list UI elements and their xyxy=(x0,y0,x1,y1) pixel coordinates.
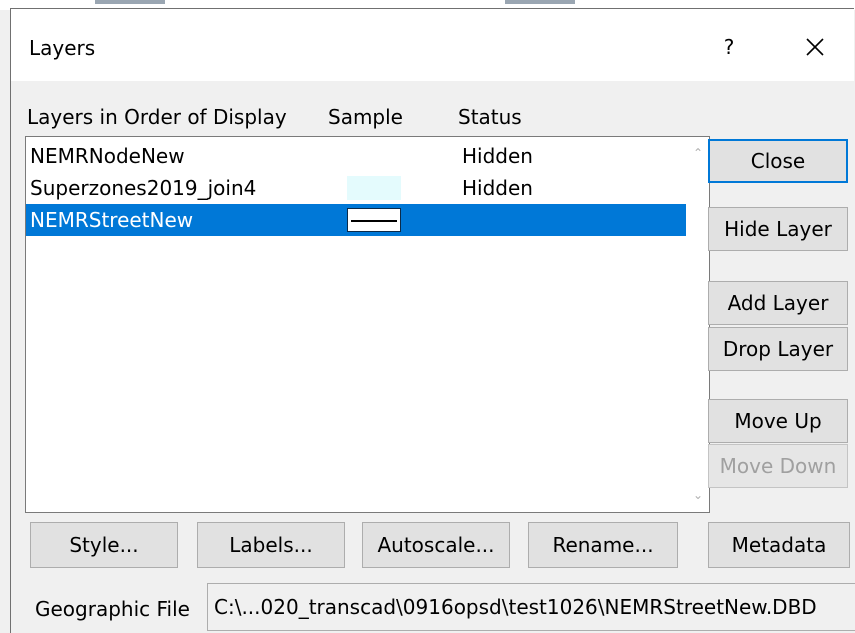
geographic-file-label: Geographic File xyxy=(35,597,190,621)
autoscale-button[interactable]: Autoscale... xyxy=(362,522,510,568)
drop-layer-button[interactable]: Drop Layer xyxy=(708,327,848,371)
scroll-up-arrow-icon[interactable]: ⌃ xyxy=(690,145,706,161)
add-layer-button[interactable]: Add Layer xyxy=(708,281,848,325)
layer-sample-line-swatch xyxy=(347,208,401,232)
background-fragment xyxy=(95,0,165,4)
help-button[interactable]: ? xyxy=(711,27,747,67)
metadata-button[interactable]: Metadata xyxy=(708,522,850,568)
column-header-name: Layers in Order of Display xyxy=(27,105,287,129)
close-x-icon[interactable] xyxy=(793,25,837,69)
list-scrollbar[interactable]: ⌃ ⌄ xyxy=(687,137,709,512)
layer-sample-area-swatch xyxy=(347,176,401,200)
layers-dialog: Layers ? Layers in Order of Display Samp… xyxy=(10,8,855,633)
labels-button[interactable]: Labels... xyxy=(197,522,345,568)
move-down-button[interactable]: Move Down xyxy=(708,444,848,488)
column-header-sample: Sample xyxy=(328,105,403,129)
title-bar: Layers ? xyxy=(11,9,854,81)
layer-name: NEMRStreetNew xyxy=(30,208,194,232)
column-header-status: Status xyxy=(458,105,522,129)
rename-button[interactable]: Rename... xyxy=(528,522,678,568)
layers-list[interactable]: NEMRNodeNew Hidden Superzones2019_join4 … xyxy=(25,136,710,513)
hide-layer-button[interactable]: Hide Layer xyxy=(708,207,848,251)
layer-row[interactable]: Superzones2019_join4 Hidden xyxy=(26,172,686,204)
layer-row-selected[interactable]: NEMRStreetNew xyxy=(26,204,686,236)
style-button[interactable]: Style... xyxy=(30,522,178,568)
close-x-glyph xyxy=(806,38,824,56)
close-button[interactable]: Close xyxy=(708,139,848,183)
geographic-file-path-field[interactable]: C:\...020_transcad\0916opsd\test1026\NEM… xyxy=(207,583,855,631)
layer-row[interactable]: NEMRNodeNew Hidden xyxy=(26,140,686,172)
move-up-button[interactable]: Move Up xyxy=(708,399,848,443)
layer-status: Hidden xyxy=(462,144,533,168)
dialog-title: Layers xyxy=(29,36,96,60)
layer-name: Superzones2019_join4 xyxy=(30,176,257,200)
layer-status: Hidden xyxy=(462,176,533,200)
layer-name: NEMRNodeNew xyxy=(30,144,185,168)
background-fragment xyxy=(505,0,575,4)
scroll-down-arrow-icon[interactable]: ⌄ xyxy=(690,487,706,503)
